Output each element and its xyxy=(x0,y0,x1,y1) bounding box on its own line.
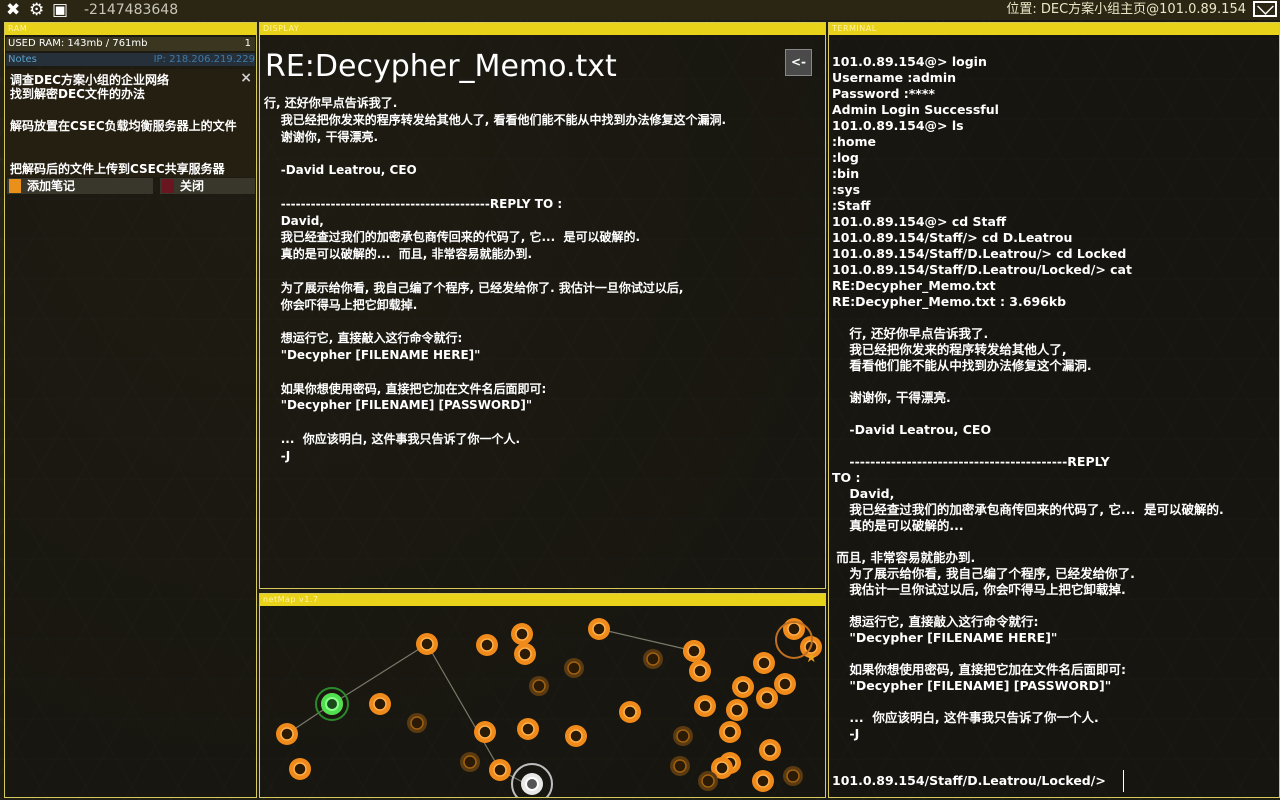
network-node[interactable] xyxy=(719,721,741,743)
network-node[interactable] xyxy=(783,766,803,786)
network-node[interactable] xyxy=(565,725,587,747)
network-node[interactable] xyxy=(289,758,311,780)
mail-icon[interactable] xyxy=(1253,1,1277,17)
add-note-swatch xyxy=(9,179,21,193)
ram-usage-count: 1 xyxy=(244,38,251,49)
netmap-panel-header: netMap v1.7 xyxy=(260,594,825,606)
network-link xyxy=(598,628,695,652)
home-node[interactable] xyxy=(511,763,553,798)
network-node[interactable] xyxy=(517,718,539,740)
network-node[interactable] xyxy=(474,721,496,743)
network-node[interactable] xyxy=(756,687,778,709)
save-disk-icon[interactable]: ▣ xyxy=(52,0,68,20)
network-node[interactable] xyxy=(774,673,796,695)
exit-icon[interactable]: ✖ xyxy=(6,0,20,20)
network-node[interactable] xyxy=(752,770,774,792)
document-body: 行, 还好你早点告诉我了. 我已经把你发来的程序转发给其他人了, 看看他们能不能… xyxy=(264,96,727,463)
network-node[interactable] xyxy=(732,676,754,698)
display-panel-header: DISPLAY xyxy=(260,23,825,35)
location-label: 位置: DEC方案小组主页@101.0.89.154 xyxy=(1006,2,1246,17)
top-bar: ✖ ⚙ ▣ -2147483648 位置: DEC方案小组主页@101.0.89… xyxy=(0,0,1280,20)
network-link xyxy=(426,643,501,771)
document-title: RE:Decypher_Memo.txt xyxy=(265,49,617,84)
network-node[interactable] xyxy=(529,676,549,696)
network-map[interactable]: ★ xyxy=(260,606,825,798)
add-note-label: 添加笔记 xyxy=(27,179,76,193)
current-node[interactable] xyxy=(315,687,349,721)
settings-gear-icon[interactable]: ⚙ xyxy=(29,0,44,20)
network-node[interactable] xyxy=(683,640,705,662)
terminal-panel-header: TERMINAL xyxy=(829,23,1279,35)
close-swatch xyxy=(162,179,174,193)
notes-module-bar: Notes IP: 218.206.219.229 xyxy=(6,53,255,66)
ram-panel: RAM USED RAM: 143mb / 761mb 1 Notes IP: … xyxy=(4,22,257,798)
network-node[interactable] xyxy=(753,652,775,674)
network-node[interactable] xyxy=(276,723,298,745)
network-node[interactable] xyxy=(619,701,641,723)
network-node[interactable] xyxy=(369,693,391,715)
network-node[interactable] xyxy=(694,695,716,717)
terminal-panel[interactable]: TERMINAL 101.0.89.154@> login Username :… xyxy=(828,22,1280,798)
ram-usage-label: USED RAM: 143mb / 761mb xyxy=(8,38,148,49)
close-notes-label: 关闭 xyxy=(180,179,205,193)
star-icon: ★ xyxy=(805,650,818,666)
terminal-prompt[interactable]: 101.0.89.154/Staff/D.Leatrou/Locked/> xyxy=(832,773,1106,789)
network-node[interactable] xyxy=(689,660,711,682)
notes-ip-label: IP: 218.206.219.229 xyxy=(153,54,255,65)
note-item: 解码放置在CSEC负载均衡服务器上的文件 xyxy=(10,119,237,133)
note-item: 调查DEC方案小组的企业网络 找到解密DEC文件的办法 xyxy=(10,73,169,101)
ram-panel-header: RAM xyxy=(5,23,256,35)
terminal-caret xyxy=(1123,770,1124,792)
network-node[interactable] xyxy=(726,699,748,721)
back-button[interactable]: <- xyxy=(785,49,812,76)
network-node[interactable] xyxy=(476,634,498,656)
network-node[interactable] xyxy=(416,633,438,655)
close-notes-button[interactable]: 关闭 xyxy=(160,178,255,194)
ram-usage-bar: USED RAM: 143mb / 761mb 1 xyxy=(6,37,255,51)
note-item: 把解码后的文件上传到CSEC共享服务器 xyxy=(10,162,225,176)
network-node[interactable] xyxy=(511,623,533,645)
network-node[interactable] xyxy=(460,752,480,772)
netmap-panel: netMap v1.7 ★ xyxy=(259,593,826,798)
notes-close-icon[interactable]: × xyxy=(240,71,252,85)
network-node[interactable] xyxy=(407,713,427,733)
network-node[interactable] xyxy=(670,756,690,776)
network-nodes: ★ xyxy=(276,618,822,798)
add-note-button[interactable]: 添加笔记 xyxy=(7,178,153,194)
network-node[interactable] xyxy=(514,643,536,665)
network-node[interactable] xyxy=(698,771,718,791)
network-node[interactable] xyxy=(588,618,610,640)
terminal-output: 101.0.89.154@> login Username :admin Pas… xyxy=(832,54,1224,741)
network-node[interactable] xyxy=(564,658,584,678)
display-panel: DISPLAY RE:Decypher_Memo.txt <- 行, 还好你早点… xyxy=(259,22,826,589)
network-node[interactable] xyxy=(489,759,511,781)
network-node[interactable] xyxy=(673,726,693,746)
notes-list: 调查DEC方案小组的企业网络 找到解密DEC文件的办法 解码放置在CSEC负载均… xyxy=(6,69,255,177)
notes-label: Notes xyxy=(8,54,37,65)
network-node[interactable] xyxy=(643,649,663,669)
network-node[interactable] xyxy=(759,739,781,761)
credits-counter: -2147483648 xyxy=(84,2,179,18)
